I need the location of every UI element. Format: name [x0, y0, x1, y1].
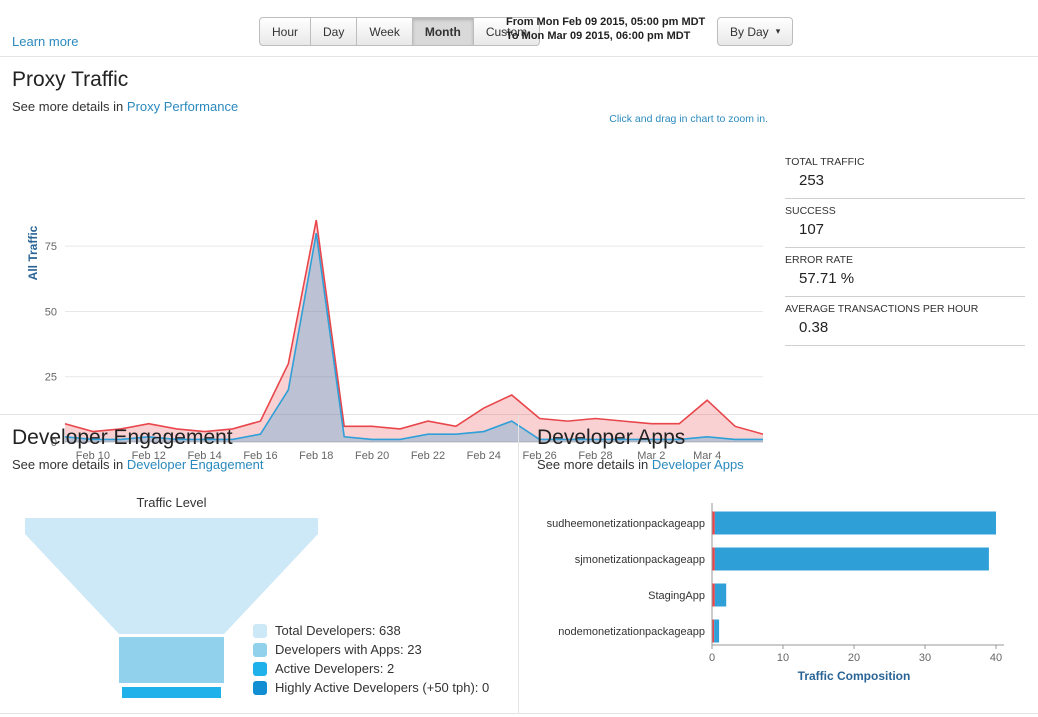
- svg-text:sjmonetizationpackageapp: sjmonetizationpackageapp: [575, 554, 705, 566]
- by-day-dropdown[interactable]: By Day ▾: [717, 17, 794, 46]
- to-date-label: To Mon Mar 09 2015, 06:00 pm MDT: [506, 30, 691, 42]
- svg-text:0: 0: [709, 652, 715, 664]
- legend-swatch-icon: [253, 661, 267, 676]
- range-button-day[interactable]: Day: [311, 17, 358, 46]
- legend-label: Developers with Apps: 23: [275, 642, 422, 657]
- range-button-group: Hour Day Week Month Custom: [259, 17, 541, 46]
- funnel-title: Traffic Level: [136, 495, 207, 510]
- legend-label: Active Developers: 2: [275, 661, 395, 676]
- learn-more-link[interactable]: Learn more: [12, 34, 78, 49]
- from-date-label: From Mon Feb 09 2015, 05:00 pm MDT: [506, 16, 706, 28]
- details-prefix: See more details in: [537, 457, 649, 472]
- developer-engagement-subtitle: See more details in Developer Engagement: [12, 457, 264, 472]
- stat-value: 0.38: [799, 319, 829, 336]
- stat-total-traffic: TOTAL TRAFFIC 253: [785, 150, 1025, 199]
- svg-text:75: 75: [45, 241, 57, 253]
- legend-item: Total Developers: 638: [253, 621, 489, 640]
- stat-success: SUCCESS 107: [785, 199, 1025, 248]
- legend-item: Developers with Apps: 23: [253, 640, 489, 659]
- legend-swatch-icon: [253, 680, 267, 695]
- topbar: Learn more Hour Day Week Month Custom From M…: [0, 0, 1038, 57]
- legend-item: Active Developers: 2: [253, 659, 489, 678]
- legend-item: Highly Active Developers (+50 tph): 0: [253, 678, 489, 697]
- svg-text:30: 30: [919, 652, 931, 664]
- proxy-traffic-subtitle: See more details in Proxy Performance: [12, 99, 238, 114]
- stat-label: AVERAGE TRANSACTIONS PER HOUR: [785, 303, 979, 315]
- stat-value: 57.71 %: [799, 270, 855, 287]
- svg-text:25: 25: [45, 372, 57, 384]
- svg-text:50: 50: [45, 306, 57, 318]
- date-range-text: From Mon Feb 09 2015, 05:00 pm MDT To Mo…: [506, 15, 705, 43]
- funnel-legend: Total Developers: 638 Developers with App…: [253, 621, 489, 697]
- developer-apps-link[interactable]: Developer Apps: [652, 457, 744, 472]
- by-day-label: By Day: [730, 24, 769, 39]
- developer-engagement-link[interactable]: Developer Engagement: [127, 457, 264, 472]
- proxy-performance-link[interactable]: Proxy Performance: [127, 99, 238, 114]
- bottom-sections: Developer Engagement See more details in…: [0, 415, 1038, 714]
- legend-label: Highly Active Developers (+50 tph): 0: [275, 680, 490, 695]
- svg-text:nodemonetizationpackageapp: nodemonetizationpackageapp: [558, 626, 705, 638]
- stat-average-transactions-per-hour: AVERAGE TRANSACTIONS PER HOUR 0.38: [785, 297, 1025, 346]
- stat-value: 253: [799, 172, 825, 189]
- svg-text:20: 20: [848, 652, 860, 664]
- stat-label: SUCCESS: [785, 205, 836, 217]
- range-button-month[interactable]: Month: [412, 17, 474, 46]
- svg-text:sudheemonetizationpackageapp: sudheemonetizationpackageapp: [547, 518, 705, 530]
- developer-apps-chart[interactable]: sudheemonetizationpackageapp sjmonetizati…: [529, 503, 1029, 693]
- range-button-hour[interactable]: Hour: [259, 17, 312, 46]
- stat-label: ERROR RATE: [785, 254, 854, 266]
- svg-text:Traffic Composition: Traffic Composition: [798, 669, 911, 683]
- traffic-stats: TOTAL TRAFFIC 253 SUCCESS 107 ERROR RATE 57.7…: [785, 150, 1025, 346]
- svg-text:StagingApp: StagingApp: [648, 590, 705, 602]
- proxy-traffic-title: Proxy Traffic: [12, 68, 129, 91]
- developer-apps-subtitle: See more details in Developer Apps: [537, 457, 744, 472]
- caret-down-icon: ▾: [775, 26, 781, 36]
- dashboard-page: Learn more Hour Day Week Month Custom From M…: [0, 0, 1038, 717]
- proxy-traffic-section: Proxy Traffic See more details in Proxy …: [0, 57, 1038, 462]
- legend-swatch-icon: [253, 642, 267, 657]
- svg-text:10: 10: [777, 652, 789, 664]
- zoom-hint: Click and drag in chart to zoom in.: [609, 113, 768, 125]
- developer-engagement-section: Developer Engagement See more details in…: [0, 415, 518, 713]
- developer-apps-section: Developer Apps See more details in Devel…: [518, 415, 1038, 713]
- developer-apps-title: Developer Apps: [537, 426, 686, 449]
- legend-swatch-icon: [253, 623, 267, 638]
- stat-value: 107: [799, 221, 825, 238]
- stat-error-rate: ERROR RATE 57.71 %: [785, 248, 1025, 297]
- svg-text:40: 40: [990, 652, 1002, 664]
- developer-engagement-title: Developer Engagement: [12, 426, 233, 449]
- details-prefix: See more details in: [12, 457, 124, 472]
- details-prefix: See more details in: [12, 99, 124, 114]
- stat-label: TOTAL TRAFFIC: [785, 156, 865, 168]
- range-button-week[interactable]: Week: [357, 17, 413, 46]
- legend-label: Total Developers: 638: [275, 623, 401, 638]
